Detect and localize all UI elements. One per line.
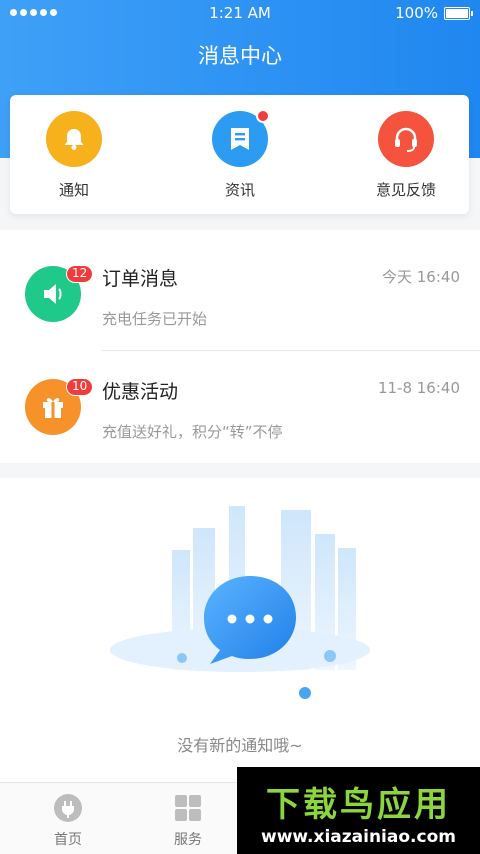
tab-label: 首页 [54,832,82,848]
watermark-url: www.xiazainiao.com [261,827,456,847]
quick-action-notice[interactable]: 通知 [24,111,124,200]
message-title: 订单消息 [102,268,179,290]
unread-dot [256,109,270,123]
empty-state: 没有新的通知哦~ [0,478,480,782]
quick-action-label: 资讯 [224,181,255,199]
status-bar: 1:21 AM 100% [0,0,480,26]
battery-icon [444,7,473,20]
grid-icon [173,793,203,823]
quick-action-label: 意见反馈 [375,181,436,199]
unread-count-badge: 12 [66,265,94,283]
tab-label: 服务 [174,832,202,848]
message-list: 12 订单消息 今天 16:40 充电任务已开始 10 优惠活动 11-8 16… [0,230,480,463]
message-subtitle: 充电任务已开始 [102,310,208,328]
message-time: 11-8 16:40 [377,379,460,397]
battery-percent: 100% [395,4,438,22]
message-time: 今天 16:40 [382,268,460,286]
message-title: 优惠活动 [102,381,179,403]
unread-count-badge: 10 [66,378,94,396]
message-row-order[interactable]: 12 订单消息 今天 16:40 充电任务已开始 [0,230,480,351]
quick-actions-card: 通知 资讯 意见反馈 [10,95,469,214]
quick-action-news[interactable]: 资讯 [190,109,290,200]
tab-services[interactable]: 服务 [138,793,238,849]
message-subtitle: 充值送好礼，积分“转”不停 [102,423,283,441]
empty-state-text: 没有新的通知哦~ [177,736,303,755]
plug-icon [53,793,83,823]
news-icon [212,109,270,167]
bell-icon [46,111,102,167]
empty-illustration [110,506,370,699]
watermark-logo: 下载鸟应用 [266,785,451,825]
tab-home[interactable]: 首页 [18,793,118,849]
watermark-overlay: 下载鸟应用 www.xiazainiao.com [237,767,480,854]
message-row-promo[interactable]: 10 优惠活动 11-8 16:40 充值送好礼，积分“转”不停 [0,343,480,455]
quick-action-label: 通知 [58,181,89,199]
quick-action-feedback[interactable]: 意见反馈 [356,111,456,200]
page-title: 消息中心 [198,44,282,68]
headset-icon [378,111,434,167]
